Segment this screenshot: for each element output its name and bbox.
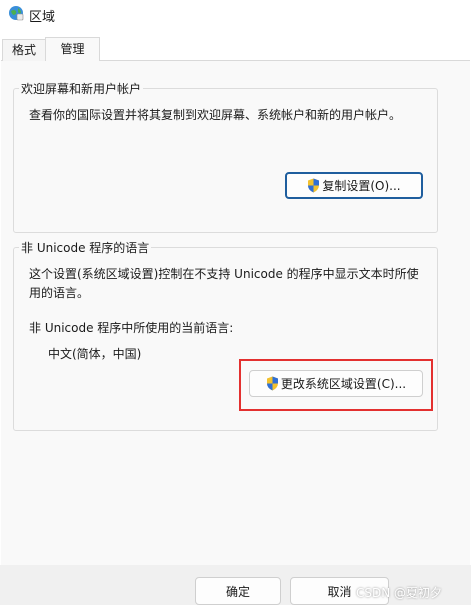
- welcome-description: 查看你的国际设置并将其复制到欢迎屏幕、系统帐户和新的用户帐户。: [29, 108, 402, 122]
- globe-region-icon: [9, 6, 24, 21]
- uac-shield-icon: [308, 178, 320, 193]
- welcome-group-legend: 欢迎屏幕和新用户帐户: [19, 80, 144, 97]
- current-language-label: 非 Unicode 程序中所使用的当前语言:: [29, 321, 234, 335]
- current-language-value: 中文(简体，中国): [48, 347, 142, 361]
- tab-format[interactable]: 格式: [2, 39, 46, 61]
- title-bar: 区域: [0, 0, 471, 30]
- copy-settings-label: 复制设置(O)...: [322, 179, 401, 193]
- window-title: 区域: [29, 10, 56, 25]
- red-highlight-box: [239, 359, 433, 411]
- tab-manage[interactable]: 管理: [45, 37, 100, 61]
- non-unicode-description: 这个设置(系统区域设置)控制在不支持 Unicode 的程序中显示文本时所使用的…: [29, 267, 419, 300]
- non-unicode-group-legend: 非 Unicode 程序的语言: [19, 239, 152, 256]
- ok-button[interactable]: 确定: [195, 577, 281, 605]
- watermark: CSDN @夏初夕: [356, 586, 443, 600]
- copy-settings-button[interactable]: 复制设置(O)...: [285, 172, 423, 199]
